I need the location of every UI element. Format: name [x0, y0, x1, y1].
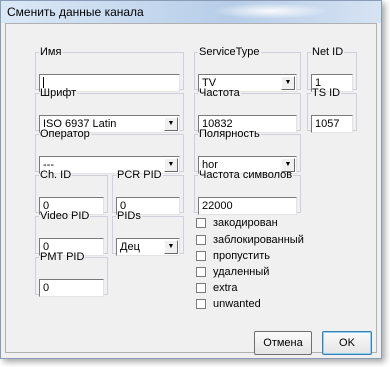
pids-value: Дец: [120, 241, 140, 253]
cancel-button[interactable]: Отмена: [254, 331, 312, 355]
pcr-pid-label: PCR PID: [117, 169, 162, 181]
ts-id-group: TS ID 1057: [307, 87, 357, 133]
ch-id-group: Ch. ID 0: [35, 169, 108, 215]
font-group: Шрифт ISO 6937 Latin ▼: [35, 87, 184, 133]
symbol-rate-label: Частота символов: [199, 169, 293, 181]
font-label: Шрифт: [40, 87, 77, 99]
operator-label: Оператор: [40, 128, 90, 140]
pids-group: PIDs Дец ▼: [112, 210, 184, 256]
net-id-label: Net ID: [312, 46, 344, 58]
symbol-rate-input[interactable]: 22000: [198, 197, 297, 215]
pmt-pid-label: PMT PID: [40, 251, 85, 263]
title-bar[interactable]: Сменить данные канала: [1, 1, 381, 23]
ch-id-label: Ch. ID: [40, 169, 72, 181]
symbol-rate-group: Частота символов 22000: [194, 169, 301, 215]
checkbox-box[interactable]: [196, 251, 206, 261]
pmt-pid-input[interactable]: 0: [39, 279, 104, 297]
checkbox-box[interactable]: [196, 235, 206, 245]
dropdown-arrow-icon[interactable]: ▼: [164, 240, 178, 254]
ts-id-label: TS ID: [312, 87, 341, 99]
operator-group: Оператор --- ▼: [35, 128, 184, 174]
ok-button[interactable]: OK: [322, 331, 372, 355]
pids-select[interactable]: Дец ▼: [116, 238, 180, 256]
pcr-pid-group: PCR PID 0: [112, 169, 184, 215]
locked-label: заблокированный: [213, 234, 304, 246]
ts-id-input[interactable]: 1057: [311, 115, 353, 133]
deleted-label: удаленный: [213, 266, 270, 278]
checkbox-box[interactable]: [196, 299, 206, 309]
service-type-label: ServiceType: [199, 46, 260, 58]
polarity-label: Полярность: [199, 128, 260, 140]
net-id-group: Net ID 1: [307, 46, 357, 92]
skip-label: пропустить: [213, 250, 270, 262]
extra-label: extra: [213, 282, 238, 294]
checkbox-box[interactable]: [196, 283, 206, 293]
frequency-group: Частота 10832: [194, 87, 301, 133]
video-pid-label: Video PID: [40, 210, 90, 222]
pids-label: PIDs: [117, 210, 141, 222]
polarity-group: Полярность hor ▼: [194, 128, 301, 174]
service-type-group: ServiceType TV ▼: [194, 46, 301, 92]
video-pid-group: Video PID 0: [35, 210, 108, 256]
checkbox-box[interactable]: [196, 267, 206, 277]
channel-edit-dialog: Сменить данные канала Имя ServiceType TV…: [0, 0, 382, 359]
dialog-body: Имя ServiceType TV ▼ Net ID 1 Шрифт ISO …: [5, 23, 377, 355]
frequency-label: Частота: [199, 87, 240, 99]
window-title: Сменить данные канала: [7, 5, 144, 19]
name-label: Имя: [40, 46, 62, 58]
unwanted-label: unwanted: [213, 298, 261, 310]
name-group: Имя: [35, 46, 184, 92]
pmt-pid-group: PMT PID 0: [35, 251, 108, 297]
scrambled-label: закодирован: [213, 217, 278, 229]
title-bar-highlight: [211, 3, 331, 19]
checkbox-box[interactable]: [196, 218, 206, 228]
